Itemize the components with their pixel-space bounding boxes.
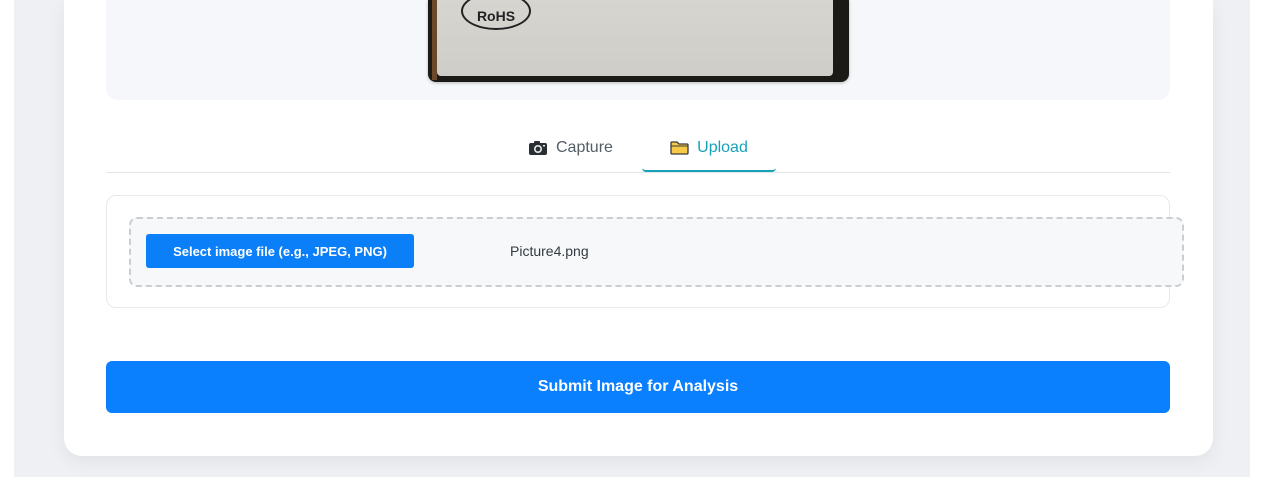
image-preview: RoHS xyxy=(428,0,849,82)
image-preview-area: RoHS xyxy=(106,0,1170,100)
upload-panel: Select image file (e.g., JPEG, PNG) Pict… xyxy=(106,195,1184,308)
camera-icon xyxy=(528,140,548,156)
selected-file-name: Picture4.png xyxy=(510,243,589,259)
file-dropzone[interactable]: Select image file (e.g., JPEG, PNG) Pict… xyxy=(129,217,1184,287)
select-file-button[interactable]: Select image file (e.g., JPEG, PNG) xyxy=(146,234,414,268)
tab-capture[interactable]: Capture xyxy=(528,124,613,172)
photo-surface: RoHS xyxy=(437,0,833,76)
input-mode-tabs: Capture Upload xyxy=(106,124,1170,173)
tab-upload-label: Upload xyxy=(697,139,748,156)
tab-capture-label: Capture xyxy=(556,139,613,156)
folder-icon xyxy=(670,141,689,155)
tab-upload[interactable]: Upload xyxy=(642,124,776,172)
active-tab-indicator xyxy=(642,168,776,172)
rohs-marking: RoHS xyxy=(461,0,531,30)
analysis-card: RoHS Capture Upload Select image file (e… xyxy=(64,0,1213,456)
submit-button[interactable]: Submit Image for Analysis xyxy=(106,361,1170,413)
